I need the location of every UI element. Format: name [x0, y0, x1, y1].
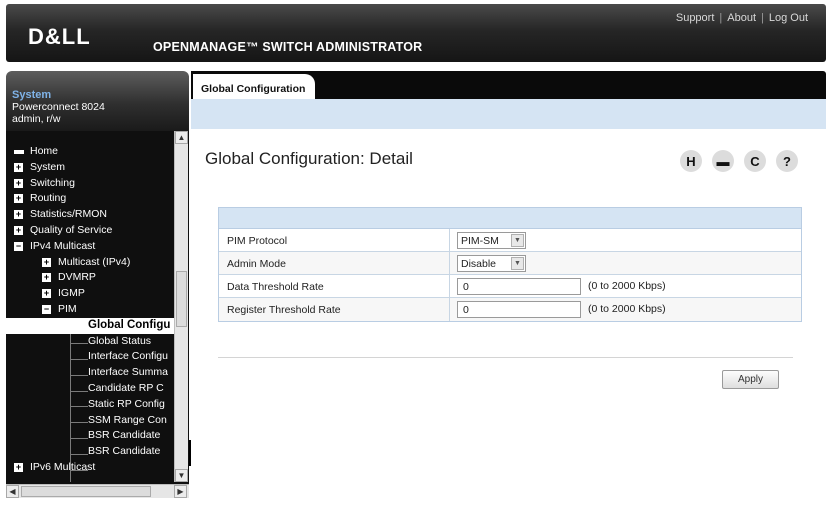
home-icon	[14, 150, 24, 154]
sidebar-item-interface-summary[interactable]: Interface Summa	[6, 365, 174, 381]
sidebar-item-statistics-rmon[interactable]: + Statistics/RMON	[6, 207, 174, 223]
sidebar-item-candidate-rp[interactable]: Candidate RP C	[6, 381, 174, 397]
expand-plus-icon[interactable]: +	[14, 178, 23, 188]
system-title: System	[12, 89, 52, 101]
system-model: Powerconnect 8024	[12, 101, 105, 113]
apply-button[interactable]: Apply	[722, 370, 779, 389]
expand-plus-icon[interactable]: +	[42, 257, 51, 267]
dell-logo: D&LL	[28, 24, 91, 49]
cell-divider	[449, 229, 450, 251]
section-divider	[218, 357, 793, 358]
app-header: D&LL OPENMANAGE™ SWITCH ADMINISTRATOR Su…	[6, 4, 826, 62]
sidebar-item-igmp[interactable]: + IGMP	[6, 286, 174, 302]
navigation-tree: Home + System + Switching + Routing + St…	[6, 131, 189, 498]
link-separator: |	[719, 12, 723, 24]
expand-plus-icon[interactable]: +	[14, 162, 23, 172]
scroll-up-arrow-icon[interactable]: ▲	[175, 131, 188, 144]
admin-mode-label: Admin Mode	[227, 258, 286, 270]
refresh-icon[interactable]: C	[744, 150, 766, 172]
expand-plus-icon[interactable]: +	[14, 225, 23, 235]
register-threshold-rate-input[interactable]: 0	[457, 301, 581, 318]
chevron-down-icon[interactable]: ▼	[511, 234, 524, 247]
scroll-right-arrow-icon[interactable]: ▶	[174, 485, 187, 498]
system-user: admin, r/w	[12, 113, 61, 125]
sidebar-item-routing[interactable]: + Routing	[6, 191, 174, 207]
expand-plus-icon[interactable]: +	[14, 210, 23, 220]
cell-divider	[449, 298, 450, 321]
admin-mode-value: Disable	[461, 258, 497, 270]
table-row: Data Threshold Rate 0 (0 to 2000 Kbps)	[219, 275, 801, 298]
scroll-thumb[interactable]	[176, 271, 187, 327]
table-header	[219, 208, 801, 229]
sidebar-item-static-rp[interactable]: Static RP Config	[6, 397, 174, 413]
sidebar-item-home[interactable]: Home	[6, 144, 174, 160]
link-separator: |	[761, 12, 764, 24]
sidebar-item-global-status[interactable]: Global Status	[6, 334, 174, 350]
sidebar-item-ipv6-multicast[interactable]: + IPv6 Multicast	[6, 460, 174, 476]
sidebar-item-global-configuration[interactable]: Global Configu	[6, 317, 174, 334]
scroll-thumb[interactable]	[21, 486, 151, 497]
expand-plus-icon[interactable]: +	[14, 194, 23, 204]
expand-plus-icon[interactable]: +	[14, 462, 23, 472]
pim-protocol-label: PIM Protocol	[227, 235, 288, 247]
pim-protocol-value: PIM-SM	[461, 235, 499, 247]
chevron-down-icon[interactable]: ▼	[511, 257, 524, 270]
data-threshold-range: (0 to 2000 Kbps)	[588, 280, 666, 292]
sidebar-item-ssm-range[interactable]: SSM Range Con	[6, 413, 174, 429]
sidebar-item-switching[interactable]: + Switching	[6, 176, 174, 192]
admin-mode-select[interactable]: Disable ▼	[457, 255, 526, 272]
save-icon[interactable]: H	[680, 150, 702, 172]
sidebar-horizontal-scrollbar[interactable]: ◀ ▶	[6, 484, 189, 498]
about-link[interactable]: About	[727, 12, 756, 24]
help-icon[interactable]: ?	[776, 150, 798, 172]
scroll-down-arrow-icon[interactable]: ▼	[175, 469, 188, 482]
data-threshold-rate-label: Data Threshold Rate	[227, 281, 324, 293]
expand-plus-icon[interactable]: +	[42, 289, 51, 299]
table-row: PIM Protocol PIM-SM ▼	[219, 229, 801, 252]
tab-subbar	[191, 99, 826, 129]
app-title: OPENMANAGE™ SWITCH ADMINISTRATOR	[153, 40, 423, 54]
sidebar-item-interface-configuration[interactable]: Interface Configu	[6, 349, 174, 365]
register-threshold-range: (0 to 2000 Kbps)	[588, 303, 666, 315]
sidebar-item-dvmrp[interactable]: + DVMRP	[6, 270, 174, 286]
page-toolbar: H ▬ C ?	[680, 150, 798, 172]
system-info-panel: System Powerconnect 8024 admin, r/w	[6, 71, 189, 131]
sidebar-item-multicast-ipv4[interactable]: + Multicast (IPv4)	[6, 255, 174, 271]
data-threshold-rate-input[interactable]: 0	[457, 278, 581, 295]
logout-link[interactable]: Log Out	[769, 12, 808, 24]
collapse-minus-icon[interactable]: −	[42, 304, 51, 314]
config-table: PIM Protocol PIM-SM ▼ Admin Mode Disable…	[218, 207, 802, 322]
pim-protocol-select[interactable]: PIM-SM ▼	[457, 232, 526, 249]
cell-divider	[449, 252, 450, 274]
tab-bar: Global Configuration	[191, 71, 826, 99]
sidebar-item-bsr-candidate-1[interactable]: BSR Candidate	[6, 428, 174, 444]
sidebar-item-bsr-candidate-2[interactable]: BSR Candidate	[6, 444, 174, 460]
scroll-left-arrow-icon[interactable]: ◀	[6, 485, 19, 498]
page-title: Global Configuration: Detail	[205, 149, 413, 168]
top-links: Support | About | Log Out	[676, 12, 808, 24]
sidebar-item-quality-of-service[interactable]: + Quality of Service	[6, 223, 174, 239]
sidebar-item-system[interactable]: + System	[6, 160, 174, 176]
table-row: Register Threshold Rate 0 (0 to 2000 Kbp…	[219, 298, 801, 321]
collapse-minus-icon[interactable]: −	[14, 241, 23, 251]
sidebar-item-pim[interactable]: − PIM	[6, 302, 174, 318]
support-link[interactable]: Support	[676, 12, 715, 24]
register-threshold-rate-label: Register Threshold Rate	[227, 304, 341, 316]
expand-plus-icon[interactable]: +	[42, 273, 51, 283]
table-row: Admin Mode Disable ▼	[219, 252, 801, 275]
cell-divider	[449, 275, 450, 297]
print-icon[interactable]: ▬	[712, 150, 734, 172]
sidebar-item-ipv4-multicast[interactable]: − IPv4 Multicast	[6, 239, 174, 255]
sidebar-vertical-scrollbar[interactable]: ▲ ▼	[174, 131, 188, 482]
tab-global-configuration[interactable]: Global Configuration	[193, 74, 315, 99]
